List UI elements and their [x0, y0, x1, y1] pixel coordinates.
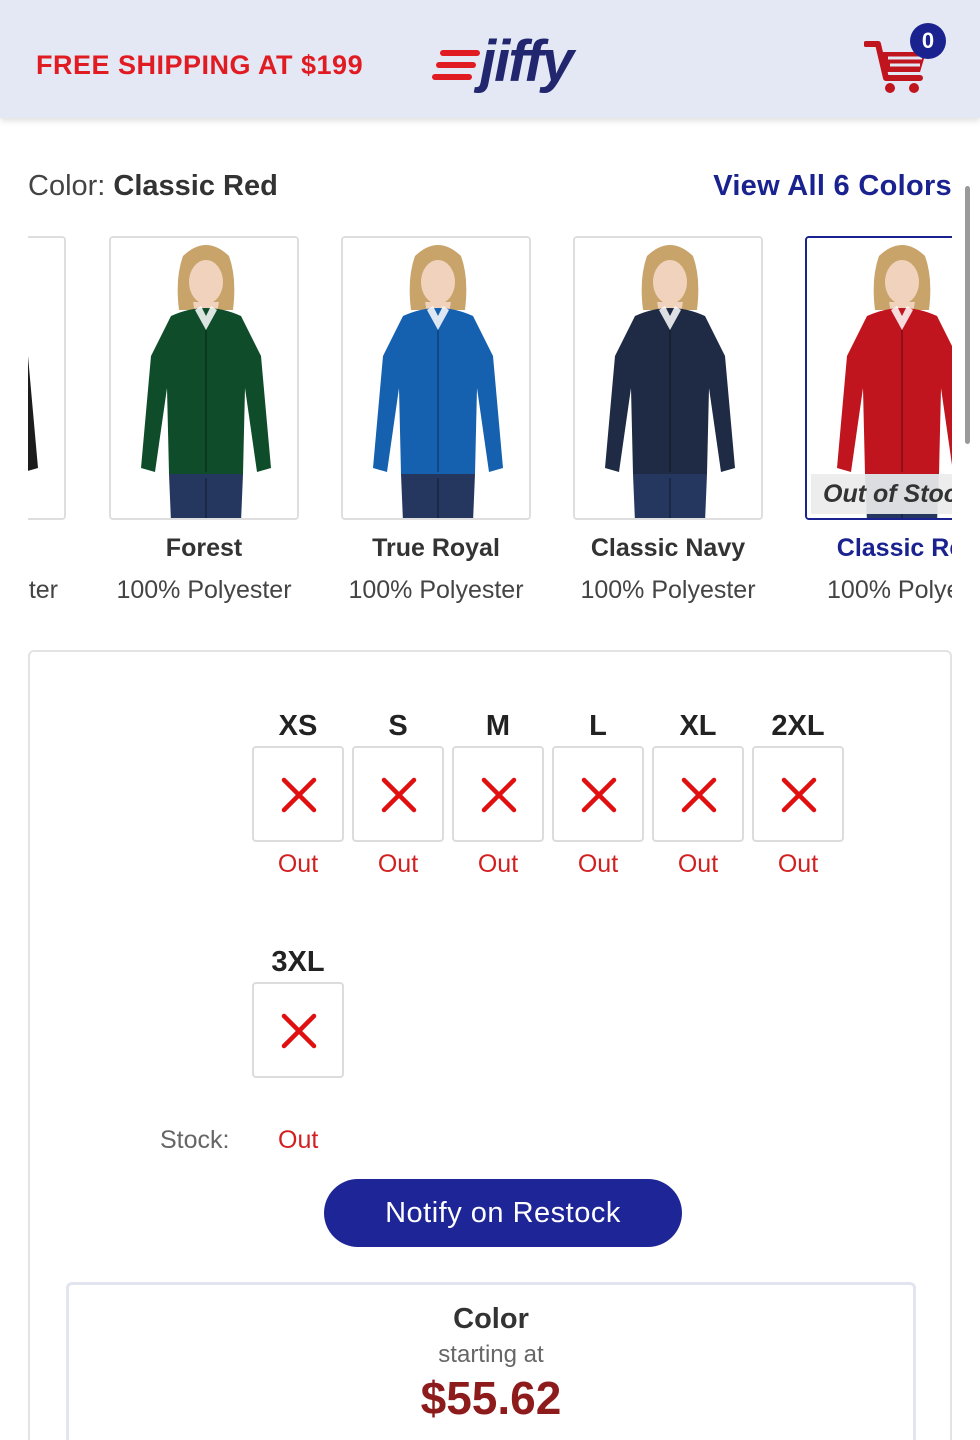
size-stock-status: Out [277, 850, 319, 878]
unavailable-x-icon [281, 1013, 317, 1049]
swatch-image-card[interactable] [109, 236, 299, 520]
swatch-image-card[interactable] [28, 236, 66, 520]
unavailable-x-icon [481, 777, 517, 813]
selected-color-name: Classic Red [113, 170, 278, 202]
price-amount: $55.62 [420, 1372, 562, 1424]
jacket-model-image [575, 238, 761, 518]
size-stock-status: Out [477, 850, 519, 878]
unavailable-x-icon [781, 777, 817, 813]
size-quantity-box[interactable] [252, 746, 344, 842]
unavailable-x-icon [581, 777, 617, 813]
size-quantity-box[interactable] [452, 746, 544, 842]
size-label: L [589, 710, 607, 742]
notify-on-restock-button[interactable]: Notify on Restock [324, 1179, 682, 1247]
jiffy-logo[interactable]: jiffy [432, 29, 602, 100]
swatch-image-card[interactable] [341, 236, 531, 520]
size-label: XS [278, 710, 318, 742]
swatch-color-name: Forest [165, 534, 243, 562]
stock-label: Stock: [160, 1126, 230, 1154]
size-label: S [388, 710, 408, 742]
size-label: M [485, 710, 511, 742]
out-of-stock-banner: Out of Stoc [811, 474, 952, 514]
size-quantity-box[interactable] [752, 746, 844, 842]
color-label-prefix: Color: [28, 170, 106, 202]
size-quantity-box[interactable] [252, 982, 344, 1078]
size-stock-status: Out [777, 850, 819, 878]
view-all-colors-link[interactable]: View All 6 Colors [713, 170, 952, 203]
cart-count-badge: 0 [910, 23, 946, 59]
free-shipping-promo[interactable]: FREE SHIPPING AT $199 [36, 50, 363, 81]
cart-button[interactable]: 0 [864, 23, 948, 98]
swatch-material: 100% Polyester [580, 576, 756, 604]
price-box: Color starting at $55.62 [66, 1282, 916, 1440]
swatch-color-name: Classic Re [836, 534, 952, 562]
swatch-image-card[interactable] [573, 236, 763, 520]
size-quantity-box[interactable] [652, 746, 744, 842]
unavailable-x-icon [381, 777, 417, 813]
site-header: FREE SHIPPING AT $199 jiffy 0 [0, 0, 980, 118]
swatch-material: 100% Polyester [348, 576, 524, 604]
size-label: 2XL [771, 710, 825, 742]
price-title: Color [453, 1303, 529, 1335]
color-swatch-carousel[interactable]: ster Forest 100% Polyester True Royal 100% P… [28, 234, 952, 624]
size-stock-status: Out [677, 850, 719, 878]
jacket-model-image [343, 238, 529, 518]
size-label: XL [679, 710, 717, 742]
size-label: 3XL [271, 946, 325, 978]
logo-wordmark: jiffy [480, 29, 574, 94]
swatch-color-name: Classic Navy [590, 534, 746, 562]
page-scrollbar[interactable] [965, 186, 970, 444]
size-stock-status: Out [577, 850, 619, 878]
price-subtitle: starting at [438, 1341, 544, 1368]
unavailable-x-icon [281, 777, 317, 813]
swatch-image-card[interactable]: Out of Stoc [805, 236, 952, 520]
jacket-model-image [28, 238, 64, 518]
swatch-material: 100% Polyes [827, 576, 952, 604]
swatch-color-name: True Royal [372, 534, 500, 562]
size-stock-status: Out [377, 850, 419, 878]
size-quantity-box[interactable] [552, 746, 644, 842]
stock-value: Out [278, 1126, 319, 1154]
swatch-material: ster [28, 576, 58, 604]
swatch-material: 100% Polyester [116, 576, 292, 604]
size-quantity-box[interactable] [352, 746, 444, 842]
selected-color-label: Color: Classic Red [28, 170, 278, 203]
unavailable-x-icon [681, 777, 717, 813]
size-selection-panel: XS Out S Out M Out L Out XL Out 2XL Out 3XL Stock: O… [28, 650, 952, 1440]
jacket-model-image [111, 238, 297, 518]
